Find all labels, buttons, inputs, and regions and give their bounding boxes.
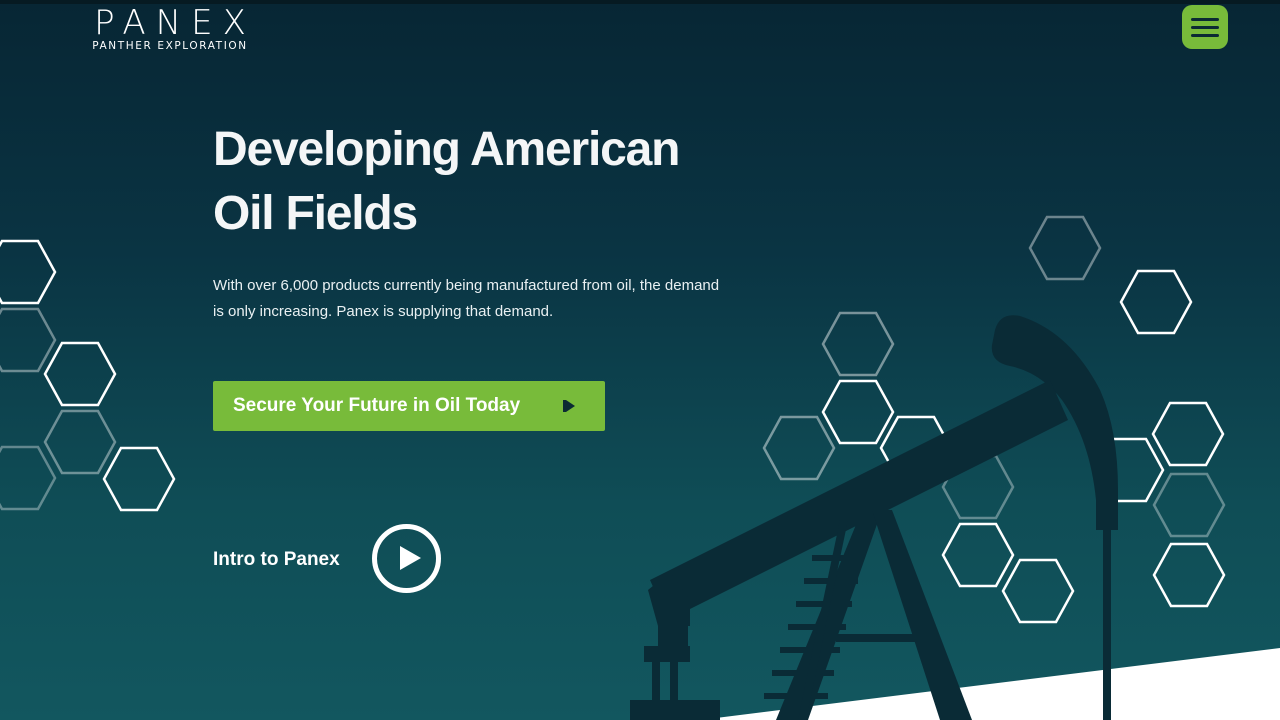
- headline-line-1: Developing American: [213, 123, 680, 176]
- hero-headline: Developing American Oil Fields: [213, 118, 833, 246]
- panex-logo[interactable]: PANEX PANTHER EXPLORATION: [50, 6, 290, 52]
- secure-future-cta-button[interactable]: Secure Your Future in Oil Today: [213, 381, 605, 431]
- hexagon-shape: [102, 446, 176, 512]
- hexagon-shape: [821, 379, 895, 445]
- menu-button[interactable]: [1182, 5, 1228, 49]
- hexagon-shape: [43, 341, 117, 407]
- cta-label: Secure Your Future in Oil Today: [233, 395, 521, 416]
- play-circle-icon: [400, 546, 421, 570]
- menu-bar: [1191, 18, 1219, 21]
- headline-line-2: Oil Fields: [213, 187, 418, 240]
- hero-section: PANEX PANTHER EXPLORATION Developing Ame…: [0, 0, 1280, 720]
- hexagon-shape: [1001, 558, 1075, 624]
- menu-bar: [1191, 34, 1219, 37]
- hexagon-shape: [0, 239, 57, 305]
- menu-bar: [1191, 26, 1219, 29]
- hexagon-shape: [0, 445, 57, 511]
- hero-subtext: With over 6,000 products currently being…: [213, 277, 720, 320]
- hexagon-shape: [0, 307, 57, 373]
- arrow-head: [566, 400, 575, 412]
- intro-label[interactable]: Intro to Panex: [213, 549, 340, 571]
- hexagon-shape: [821, 311, 895, 377]
- hexagon-shape: [1152, 542, 1226, 608]
- hexagon-shape: [43, 409, 117, 475]
- hexagon-shape: [1151, 401, 1225, 467]
- hexagon-shape: [1152, 472, 1226, 538]
- hexagon-shape: [1119, 269, 1193, 335]
- hero-background-art: [0, 215, 1280, 720]
- hexagon-shape: [941, 522, 1015, 588]
- logo-wordmark: PANEX: [94, 3, 256, 43]
- hexagon-shape: [1028, 215, 1102, 281]
- hexagon-shape: [762, 415, 836, 481]
- intro-video-play-button[interactable]: [372, 524, 441, 593]
